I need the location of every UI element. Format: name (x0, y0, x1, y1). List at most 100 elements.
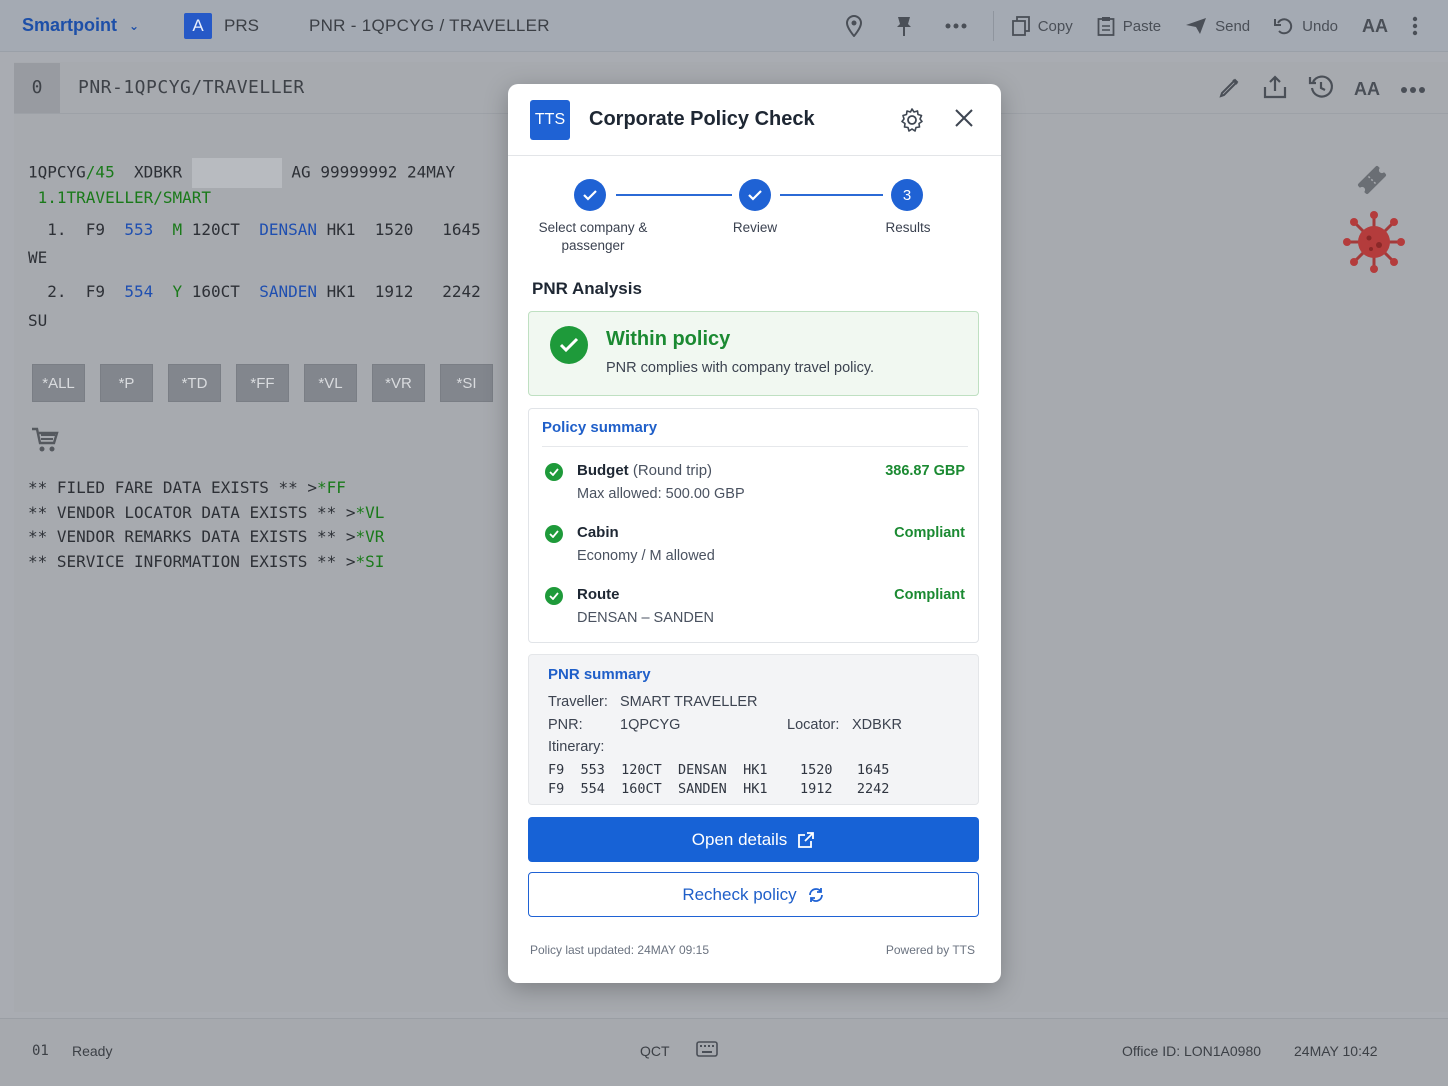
policy-item-detail: DENSAN – SANDEN (577, 610, 714, 626)
virus-alert-icon[interactable] (1342, 210, 1406, 279)
check-circle-icon (545, 525, 563, 543)
toolbar-divider (992, 11, 994, 41)
result-subtitle: PNR complies with company travel policy. (606, 360, 875, 376)
undo-label: Undo (1302, 17, 1338, 35)
traveller-label: Traveller: (548, 694, 608, 710)
powered-by-note: Powered by TTS (885, 943, 975, 957)
cmd-all-button[interactable]: *ALL (32, 364, 85, 402)
itinerary-line: F9 553 120CT DENSAN HK1 1520 1645 (548, 762, 890, 778)
pnr-label: PNR: (548, 717, 583, 733)
font-size-button[interactable]: AA (1362, 16, 1388, 37)
app-toolbar: Smartpoint ⌄ A PRS PNR - 1QPCYG / TRAVEL… (0, 0, 1448, 52)
location-pin-icon[interactable] (845, 15, 871, 37)
policy-item-name: Budget (577, 462, 629, 479)
recheck-label: Recheck policy (682, 884, 797, 904)
policy-summary-title: Policy summary (542, 419, 658, 436)
policy-item-name: Route (577, 586, 620, 603)
recheck-policy-button[interactable]: Recheck policy (528, 872, 979, 917)
chevron-down-icon: ⌄ (129, 18, 140, 33)
send-icon (1186, 18, 1207, 34)
pencil-icon[interactable] (1218, 75, 1242, 104)
info-line-ff[interactable]: ** FILED FARE DATA EXISTS ** >*FF (28, 478, 346, 497)
step-2-check-icon[interactable] (739, 179, 771, 211)
paste-button[interactable]: Paste (1097, 16, 1161, 36)
policy-item-value: Compliant (894, 525, 965, 541)
undo-button[interactable]: Undo (1274, 17, 1338, 35)
external-link-icon (798, 831, 815, 848)
step-1-check-icon[interactable] (574, 179, 606, 211)
ticket-icon[interactable] (1354, 162, 1390, 203)
send-button[interactable]: Send (1185, 17, 1250, 35)
policy-item-value: 386.87 GBP (885, 463, 965, 479)
brand-menu[interactable]: Smartpoint ⌄ (22, 15, 172, 36)
office-id: Office ID: LON1A0980 (1122, 1043, 1262, 1059)
cmd-ff-button[interactable]: *FF (236, 364, 289, 402)
cmd-p-button[interactable]: *P (100, 364, 153, 402)
paste-icon (1097, 17, 1115, 36)
analysis-title: PNR Analysis (532, 279, 642, 298)
open-details-label: Open details (691, 829, 788, 849)
policy-item-detail: Max allowed: 500.00 GBP (577, 486, 745, 502)
copy-label: Copy (1037, 17, 1073, 35)
brand-label: Smartpoint (22, 15, 118, 35)
cmd-vr-button[interactable]: *VR (372, 364, 425, 402)
segment-day-1: WE (28, 248, 48, 267)
info-line-si[interactable]: ** SERVICE INFORMATION EXISTS ** >*SI (28, 552, 384, 571)
terminal-title: PNR-1QPCYG/TRAVELLER (78, 77, 305, 98)
copy-icon (1011, 16, 1030, 36)
prs-tab[interactable]: A PRS (184, 12, 259, 39)
more-horizontal-icon[interactable] (1400, 81, 1426, 99)
redacted-field (191, 158, 282, 188)
step-3-label: Results (885, 220, 931, 235)
step-connector-1 (616, 194, 732, 196)
command-button-row: *ALL *P *TD *FF *VL *VR *SI (32, 364, 508, 402)
cmd-vl-button[interactable]: *VL (304, 364, 357, 402)
prs-label: PRS (224, 15, 259, 35)
cmd-si-button[interactable]: *SI (440, 364, 493, 402)
segment-day-2: SU (28, 311, 48, 330)
close-icon[interactable] (953, 107, 975, 134)
shopping-cart-icon[interactable] (30, 426, 60, 459)
info-line-vr[interactable]: ** VENDOR REMARKS DATA EXISTS ** >*VR (28, 527, 384, 546)
dialog-header: TTS Corporate Policy Check (508, 84, 1001, 156)
locator-value: XDBKR (852, 717, 902, 733)
pin-tack-icon[interactable] (895, 15, 921, 37)
segment-line-2: 2. F9 554 Y 160CT SANDEN HK1 1912 2242 (28, 282, 481, 301)
status-bar: 01 Ready QCT Office ID: LON1A0980 24MAY … (0, 1018, 1448, 1086)
history-icon[interactable] (1308, 74, 1334, 105)
prs-letter-badge: A (184, 12, 212, 39)
active-tab-title[interactable]: PNR - 1QPCYG / TRAVELLER (309, 16, 550, 36)
undo-icon (1274, 18, 1293, 35)
locator-label: Locator: (787, 717, 840, 733)
policy-summary-card: Policy summary Budget (Round trip) Max a… (528, 408, 979, 643)
result-title: Within policy (606, 328, 731, 350)
info-line-vl[interactable]: ** VENDOR LOCATOR DATA EXISTS ** >*VL (28, 503, 384, 522)
policy-item-value: Compliant (894, 587, 965, 603)
step-1-label: Select company & passenger (538, 220, 648, 253)
segment-line-1: 1. F9 553 M 120CT DENSAN HK1 1520 1645 (28, 220, 481, 239)
terminal-number: 0 (14, 62, 60, 113)
open-details-button[interactable]: Open details (528, 817, 979, 862)
policy-updated-note: Policy last updated: 24MAY 09:15 (530, 943, 710, 957)
itinerary-label: Itinerary: (548, 739, 605, 755)
policy-check-dialog: TTS Corporate Policy Check 3 Select comp… (508, 84, 1001, 983)
step-connector-2 (780, 194, 883, 196)
more-horizontal-icon[interactable] (945, 23, 975, 29)
keyboard-icon[interactable] (696, 1041, 718, 1060)
status-qct[interactable]: QCT (640, 1043, 670, 1059)
step-3-indicator[interactable]: 3 (891, 179, 923, 211)
settings-gear-icon[interactable] (899, 107, 925, 138)
more-vertical-icon[interactable] (1412, 16, 1426, 36)
pnr-summary-title: PNR summary (548, 666, 651, 683)
copy-button[interactable]: Copy (1011, 16, 1073, 36)
pnr-header-line: 1QPCYG/45 XDBKR AG 99999992 24MAY (28, 158, 455, 188)
terminal-font-size-button[interactable]: AA (1354, 79, 1380, 100)
policy-item-name: Cabin (577, 524, 619, 541)
share-icon[interactable] (1262, 74, 1288, 105)
check-circle-icon (545, 587, 563, 605)
passenger-line: 1.1TRAVELLER/SMART (28, 188, 212, 207)
status-state: Ready (72, 1043, 113, 1059)
success-check-icon (550, 326, 588, 364)
cmd-td-button[interactable]: *TD (168, 364, 221, 402)
policy-item-detail: Economy / M allowed (577, 548, 715, 564)
